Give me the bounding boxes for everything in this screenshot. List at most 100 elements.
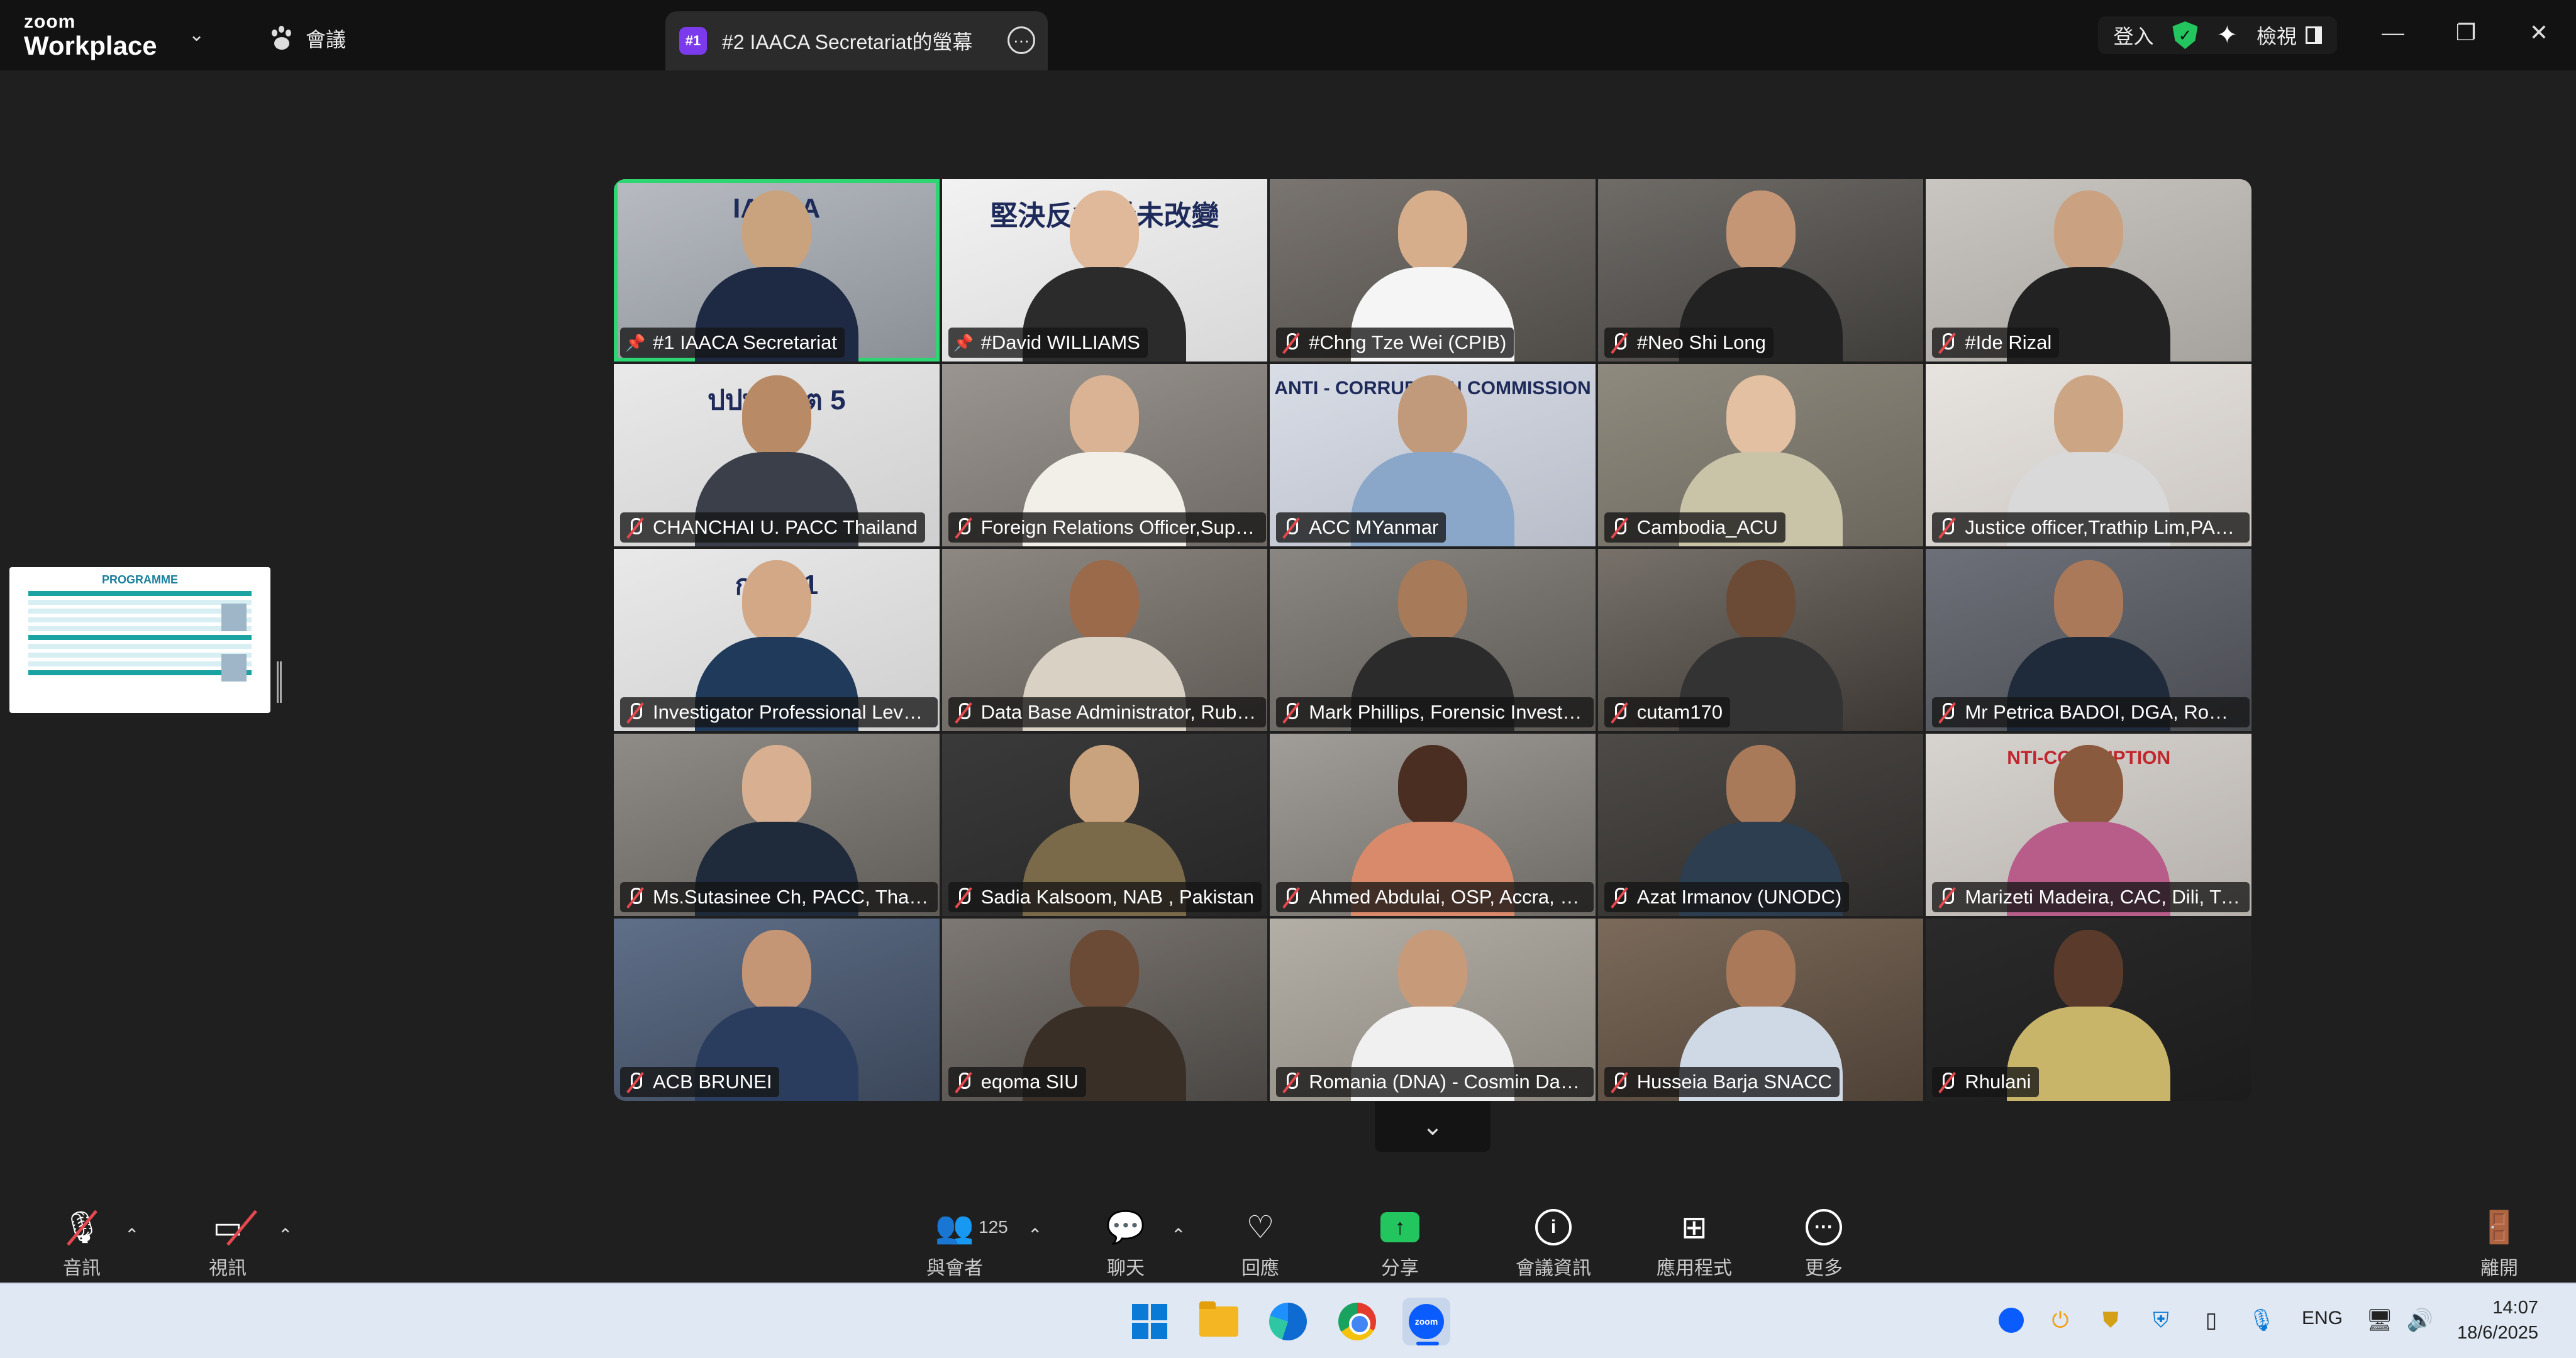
video-tile[interactable]: Data Base Administrator, Rube... [941, 549, 1268, 731]
heart-icon: ♡ [1246, 1210, 1275, 1245]
mic-muted-icon [1609, 886, 1628, 908]
title-bar: zoom Workplace ⌄ 會議 #1 #2 IAACA Secretar… [0, 0, 2576, 70]
mic-muted-icon [1609, 332, 1628, 353]
participant-name: Foreign Relations Officer,Supap... [980, 516, 1258, 538]
video-tile[interactable]: Romania (DNA) - Cosmin Danie... [1270, 919, 1596, 1101]
video-tile[interactable]: Husseia Barja SNACC [1597, 919, 1924, 1101]
view-button[interactable]: 檢視 [2257, 21, 2322, 50]
video-tile[interactable]: Azat Irmanov (UNODC) [1597, 734, 1924, 916]
video-tile[interactable]: Mark Phillips, Forensic Investiga... [1270, 549, 1596, 731]
share-button[interactable]: ↑ 分享 [1343, 1207, 1457, 1280]
video-tile[interactable]: #Ide Rizal [1926, 179, 2251, 362]
clock-date: 18/6/2025 [2457, 1323, 2538, 1343]
video-tile[interactable]: ACB BRUNEI [614, 919, 940, 1101]
video-tile[interactable]: cutam170 [1597, 549, 1924, 731]
mic-muted-icon [953, 1071, 972, 1093]
thumbnail-resize-handle[interactable] [277, 661, 282, 703]
mic-muted-icon [1609, 1071, 1628, 1093]
mic-muted-icon [1937, 332, 1956, 353]
chrome-browser-icon[interactable] [1333, 1298, 1381, 1345]
brand-chevron-down-icon[interactable]: ⌄ [189, 24, 204, 46]
video-tile[interactable]: IAACA📌#1 IAACA Secretariat [614, 179, 940, 362]
video-tile[interactable]: Rhulani [1926, 919, 2251, 1101]
video-button[interactable]: ▭ 視訊 [171, 1207, 284, 1280]
usb-icon[interactable]: ▯ [2195, 1304, 2228, 1337]
system-clock[interactable]: 14:07 18/6/2025 [2457, 1295, 2538, 1345]
video-tile[interactable]: Ms.Sutasinee Ch, PACC, Thailand [614, 734, 940, 916]
zoom-workplace-logo[interactable]: zoom Workplace [24, 13, 157, 60]
react-button[interactable]: ♡ 回應 [1204, 1207, 1317, 1280]
edge-browser-icon[interactable] [1264, 1298, 1312, 1345]
video-tile[interactable]: Mr Petrica BADOI, DGA, Romania [1926, 549, 2251, 731]
participant-name-label: #Chng Tze Wei (CPIB) [1276, 328, 1514, 358]
tab-badge: #1 [679, 27, 707, 55]
mic-muted-icon [1281, 332, 1300, 353]
input-language[interactable]: ENG [2302, 1308, 2343, 1329]
security-shield-icon[interactable]: ✓ [2172, 21, 2198, 49]
participant-name: Mr Petrica BADOI, DGA, Romania [1965, 701, 2243, 723]
thumbnail-title: PROGRAMME [102, 573, 178, 586]
zoom-app-icon[interactable]: zoom [1402, 1298, 1450, 1345]
video-tile[interactable]: #Neo Shi Long [1597, 179, 1924, 362]
participant-name: #Chng Tze Wei (CPIB) [1309, 331, 1507, 353]
video-tile[interactable]: ปปท. เขต 5CHANCHAI U. PACC Thailand [614, 364, 940, 546]
minimize-icon[interactable]: — [2371, 14, 2415, 52]
leave-button[interactable]: 🚪 離開 [2443, 1207, 2556, 1280]
close-icon[interactable]: ✕ [2517, 14, 2561, 52]
tab-shared-screen[interactable]: #1 #2 IAACA Secretariat的螢幕 ··· [665, 11, 1048, 70]
participant-name-label: Mr Petrica BADOI, DGA, Romania [1932, 697, 2250, 727]
restore-icon[interactable]: ❐ [2444, 14, 2488, 52]
audio-options-caret-icon[interactable]: ⌃ [125, 1225, 139, 1245]
microphone-tray-icon[interactable]: 🎙 [2245, 1304, 2278, 1337]
video-tile[interactable]: Justice officer,Trathip Lim,PACC,... [1926, 364, 2251, 546]
video-tile[interactable]: ANTI - CORRUPTION COMMISSION ACC MYanmar [1270, 364, 1596, 546]
meeting-menu-button[interactable]: 會議 [269, 23, 346, 54]
ai-companion-icon[interactable]: ✦ [2216, 21, 2238, 50]
file-explorer-icon[interactable] [1195, 1298, 1243, 1345]
power-icon[interactable]: ⏻ [2044, 1304, 2077, 1337]
shared-screen-thumbnail[interactable]: PROGRAMME [9, 567, 270, 713]
gallery-view: IAACA📌#1 IAACA Secretariat堅決反貪 從未改變📌#Dav… [614, 179, 2251, 1101]
video-tile[interactable]: 堅決反貪 從未改變 📌 #David WILLIAMS [941, 179, 1268, 362]
windows-security-icon[interactable]: ⛨ [2145, 1304, 2177, 1337]
speaker-photo [221, 654, 247, 682]
apps-button[interactable]: ⊞ 應用程式 [1638, 1207, 1751, 1280]
security-app-icon[interactable]: ⛊ [2094, 1304, 2127, 1337]
volume-icon[interactable]: 🔊 [2404, 1304, 2436, 1337]
video-tile[interactable]: กปท. 1Investigator Professional Level,..… [614, 549, 940, 731]
video-tile[interactable]: #Chng Tze Wei (CPIB) [1270, 179, 1596, 362]
active-app-indicator [1416, 1342, 1439, 1345]
chat-options-caret-icon[interactable]: ⌃ [1171, 1225, 1185, 1245]
participant-name-label: Justice officer,Trathip Lim,PACC,... [1932, 512, 2250, 543]
participant-count: 125 [979, 1217, 1008, 1237]
sign-in-button[interactable]: 登入 [2113, 21, 2153, 50]
next-page-chevron-icon[interactable]: ⌄ [1375, 1101, 1491, 1152]
participant-name: #Ide Rizal [1965, 331, 2052, 353]
chat-button[interactable]: 💬 聊天 [1069, 1207, 1182, 1280]
clock-time: 14:07 [2492, 1298, 2538, 1318]
participants-options-caret-icon[interactable]: ⌃ [1028, 1225, 1042, 1245]
more-options-icon[interactable]: ··· [1008, 26, 1035, 54]
windows-start-icon[interactable] [1126, 1298, 1174, 1345]
video-tile[interactable]: Ahmed Abdulai, OSP, Accra, Gh... [1270, 734, 1596, 916]
video-options-caret-icon[interactable]: ⌃ [278, 1225, 292, 1245]
meeting-info-button[interactable]: i 會議資訊 [1497, 1207, 1610, 1280]
video-tile[interactable]: eqoma SIU [941, 919, 1268, 1101]
participant-name: Marizeti Madeira, CAC, Dili, Tim... [1965, 886, 2243, 908]
video-tile[interactable]: Sadia Kalsoom, NAB , Pakistan [941, 734, 1268, 916]
participant-name-label: Husseia Barja SNACC [1604, 1067, 1840, 1097]
video-tile[interactable]: NTI-CORRUPTIONMarizeti Madeira, CAC, Dil… [1926, 734, 2251, 916]
zoom-tray-icon[interactable] [1995, 1304, 2028, 1337]
mic-muted-icon [1281, 886, 1300, 908]
participant-name: Ahmed Abdulai, OSP, Accra, Gh... [1309, 886, 1587, 908]
participants-icon: 👥 [935, 1209, 975, 1245]
more-button[interactable]: ··· 更多 [1767, 1207, 1880, 1280]
participant-name-label: CHANCHAI U. PACC Thailand [620, 512, 925, 543]
audio-button[interactable]: 🎙 音訊 [25, 1207, 138, 1280]
network-icon[interactable]: 🖥 [2363, 1304, 2396, 1337]
leave-icon: 🚪 [2479, 1209, 2519, 1245]
video-tile[interactable]: Cambodia_ACU [1597, 364, 1924, 546]
participant-name-label: eqoma SIU [948, 1067, 1086, 1097]
video-tile[interactable]: Foreign Relations Officer,Supap... [941, 364, 1268, 546]
mic-muted-icon [1609, 702, 1628, 723]
